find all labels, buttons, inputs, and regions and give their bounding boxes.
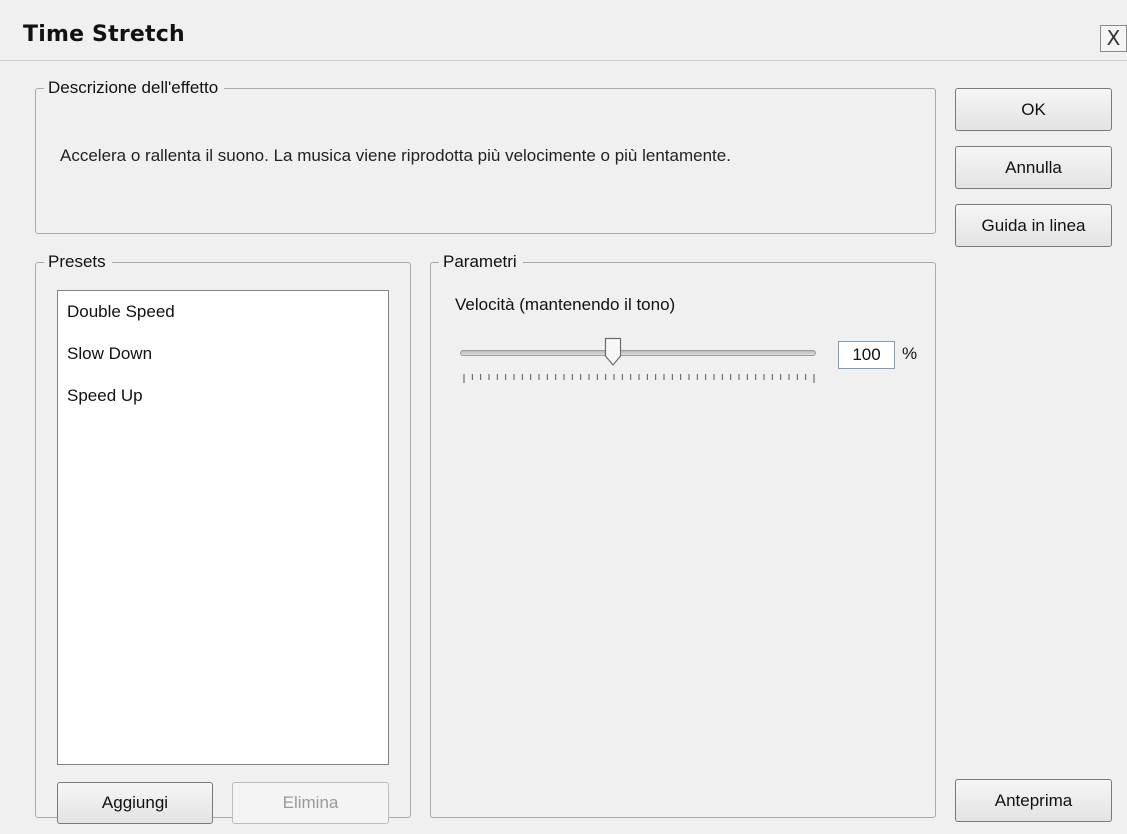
list-item[interactable]: Speed Up: [67, 386, 143, 406]
description-legend: Descrizione dell'effetto: [44, 77, 225, 99]
title-bar: Time Stretch X: [0, 0, 1127, 61]
add-preset-button-label: Aggiungi: [101, 793, 169, 812]
speed-value-field[interactable]: 100: [838, 341, 895, 369]
preview-button-label: Anteprima: [994, 791, 1073, 810]
speed-unit-label: %: [902, 344, 918, 363]
presets-list[interactable]: Double Speed Slow Down Speed Up: [57, 290, 389, 765]
close-icon: X: [1106, 26, 1121, 50]
delete-preset-button[interactable]: Elimina: [232, 782, 389, 824]
preview-button[interactable]: Anteprima: [955, 779, 1112, 822]
presets-legend: Presets: [44, 251, 112, 273]
parameters-legend: Parametri: [439, 251, 523, 273]
help-button-label: Guida in linea: [981, 216, 1086, 235]
time-stretch-dialog: Time Stretch X Descrizione dell'effetto …: [0, 0, 1127, 834]
description-group: Descrizione dell'effetto Accelera o rall…: [35, 77, 936, 234]
list-item[interactable]: Double Speed: [67, 302, 175, 322]
delete-preset-button-label: Elimina: [282, 793, 339, 812]
cancel-button-label: Annulla: [1005, 158, 1062, 177]
speed-slider-track[interactable]: [460, 350, 816, 356]
speed-label: Velocità (mantenendo il tono): [455, 295, 676, 314]
dialog-title: Time Stretch: [23, 22, 185, 47]
slider-thumb-icon[interactable]: [604, 337, 622, 367]
cancel-button[interactable]: Annulla: [955, 146, 1112, 189]
ok-button-label: OK: [1021, 100, 1046, 119]
ok-button[interactable]: OK: [955, 88, 1112, 131]
close-button[interactable]: X: [1100, 25, 1127, 52]
list-item[interactable]: Slow Down: [67, 344, 152, 364]
help-button[interactable]: Guida in linea: [955, 204, 1112, 247]
slider-ticks: [463, 374, 815, 383]
add-preset-button[interactable]: Aggiungi: [57, 782, 213, 824]
description-text: Accelera o rallenta il suono. La musica …: [60, 146, 731, 165]
